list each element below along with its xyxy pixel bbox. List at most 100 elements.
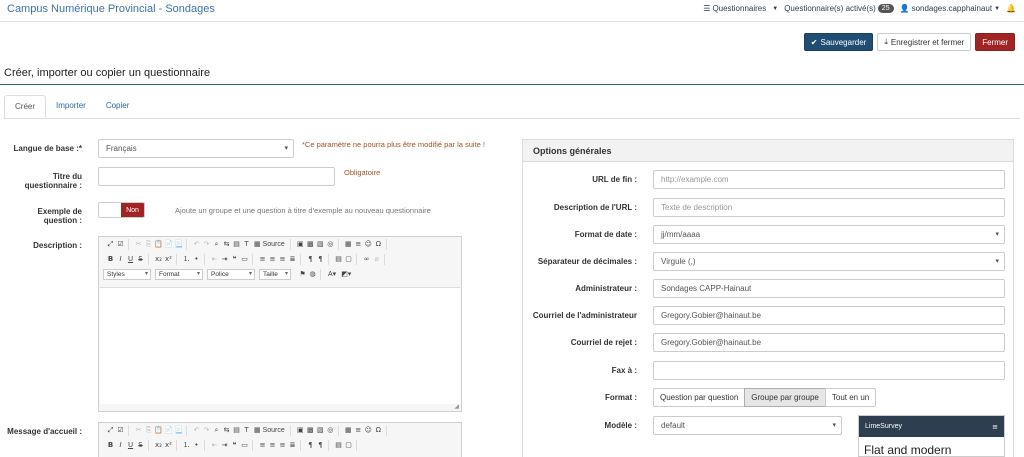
smiley-icon[interactable]: ☺ [364,240,373,249]
align-left-icon[interactable]: ≡ [258,255,267,264]
bold-icon[interactable]: B [106,441,115,450]
text-color-icon[interactable]: A▾ [326,270,338,279]
align-left-icon[interactable]: ≡ [258,441,267,450]
paste-word-icon[interactable]: 📃 [174,426,183,435]
indent-icon[interactable]: ⇥ [220,255,229,264]
template-select[interactable]: default [653,416,842,435]
rtl-icon[interactable]: ¶ [316,441,325,450]
description-editor[interactable]: ⤢ ☑ ✂ ⎘ 📋 📄 📃 ↶ ↷ ⌕ ⇆ ▤ T ▦ Source ▣ ▩ ▧… [98,236,462,412]
admin-email-input[interactable]: Gregory.Gobier@hainaut.be [653,306,1005,325]
table-icon[interactable]: ▦ [344,426,353,435]
special-char-icon[interactable]: Ω [374,240,383,249]
title-input[interactable] [98,167,335,186]
save-close-button[interactable]: ⤓ Enregistrer et fermer [877,33,972,51]
language-select[interactable]: Français [98,139,294,158]
close-button[interactable]: Fermer [975,33,1015,51]
paste-icon[interactable]: 📋 [154,426,163,435]
replace-icon[interactable]: ⇆ [222,426,231,435]
remove-format-icon[interactable]: T [242,240,251,249]
rtl-icon[interactable]: ¶ [316,255,325,264]
description-editor-body[interactable] [100,287,460,404]
bold-icon[interactable]: B [106,255,115,264]
decimal-separator-select[interactable]: Virgule (,) [653,252,1005,271]
end-url-input[interactable]: http://example.com [653,170,1005,189]
flash-icon[interactable]: ▩ [306,426,315,435]
subscript-icon[interactable]: x₂ [154,255,163,264]
blockquote-icon[interactable]: ❝ [230,255,239,264]
media-icon[interactable]: ▧ [316,426,325,435]
save-button[interactable]: ✔ Sauvegarder [803,33,874,51]
image-icon[interactable]: ▣ [296,240,305,249]
cut-icon[interactable]: ✂ [134,240,143,249]
smiley-icon[interactable]: ☺ [364,426,373,435]
superscript-icon[interactable]: x² [164,255,173,264]
align-center-icon[interactable]: ≡ [268,441,277,450]
administrator-input[interactable]: Sondages CAPP-Hainaut [653,279,1005,298]
italic-icon[interactable]: I [116,441,125,450]
document-icon[interactable]: ▢ [344,255,353,264]
fax-input[interactable] [653,361,1005,380]
redo-icon[interactable]: ↷ [202,426,211,435]
format-option-group[interactable]: Groupe par groupe [744,388,826,407]
tab-create[interactable]: Créer [4,95,47,119]
table-icon[interactable]: ▦ [344,240,353,249]
bg-color-icon[interactable]: ◩▾ [339,270,353,279]
copy-icon[interactable]: ⎘ [144,240,153,249]
redo-icon[interactable]: ↷ [202,240,211,249]
find-icon[interactable]: ⌕ [212,426,221,435]
format-combo[interactable]: Format [155,269,203,280]
templates-icon[interactable]: ▤ [334,255,343,264]
format-option-all[interactable]: Tout en un [824,388,877,407]
preview-icon[interactable]: ☑ [116,240,125,249]
replace-icon[interactable]: ⇆ [222,240,231,249]
blockquote-icon[interactable]: ❝ [230,441,239,450]
link-icon[interactable]: ∞ [362,255,371,264]
strike-icon[interactable]: S [136,255,145,264]
paste-word-icon[interactable]: 📃 [174,240,183,249]
iframe-icon[interactable]: ◍ [308,270,317,279]
undo-icon[interactable]: ↶ [192,426,201,435]
outdent-icon[interactable]: ⇤ [210,255,219,264]
paste-text-icon[interactable]: 📄 [164,426,173,435]
image-icon[interactable]: ▣ [296,426,305,435]
div-icon[interactable]: ▭ [240,441,249,450]
outdent-icon[interactable]: ⇤ [210,441,219,450]
app-title[interactable]: Campus Numérique Provincial - Sondages [7,3,215,15]
font-combo[interactable]: Police [207,269,255,280]
find-icon[interactable]: ⌕ [212,240,221,249]
tab-import[interactable]: Importer [46,95,96,119]
copy-icon[interactable]: ⎘ [144,426,153,435]
indent-icon[interactable]: ⇥ [220,441,229,450]
select-all-icon[interactable]: ▤ [232,426,241,435]
cut-icon[interactable]: ✂ [134,426,143,435]
horizontal-line-icon[interactable]: ≡ [354,426,363,435]
special-char-icon[interactable]: Ω [374,426,383,435]
templates-icon[interactable]: ▤ [334,441,343,450]
numbered-list-icon[interactable]: ⒈ [182,255,191,264]
align-right-icon[interactable]: ≡ [278,441,287,450]
select-all-icon[interactable]: ▤ [232,240,241,249]
size-combo[interactable]: Taille [259,269,291,280]
horizontal-line-icon[interactable]: ≡ [354,240,363,249]
justify-icon[interactable]: ≣ [288,255,297,264]
undo-icon[interactable]: ↶ [192,240,201,249]
superscript-icon[interactable]: x² [164,441,173,450]
bulleted-list-icon[interactable]: • [192,255,201,264]
remove-format-icon[interactable]: T [242,426,251,435]
preview-icon[interactable]: ☑ [116,426,125,435]
bulleted-list-icon[interactable]: • [192,441,201,450]
justify-icon[interactable]: ≣ [288,441,297,450]
expression-icon[interactable]: ◎ [326,240,335,249]
url-description-input[interactable]: Texte de description [653,198,1005,217]
bounce-email-input[interactable]: Gregory.Gobier@hainaut.be [653,333,1005,352]
user-menu[interactable]: 👤 sondages.capphainaut ▼ [900,4,1000,13]
align-right-icon[interactable]: ≡ [278,255,287,264]
maximize-icon[interactable]: ⤢ [106,240,115,249]
document-icon[interactable]: ▢ [344,441,353,450]
anchor-icon[interactable]: ⚑ [298,270,307,279]
italic-icon[interactable]: I [116,255,125,264]
align-center-icon[interactable]: ≡ [268,255,277,264]
resize-handle-icon[interactable]: ◢ [454,403,459,410]
chevron-down-icon[interactable]: ▼ [772,6,778,12]
source-button[interactable]: ▦ Source [252,426,287,435]
